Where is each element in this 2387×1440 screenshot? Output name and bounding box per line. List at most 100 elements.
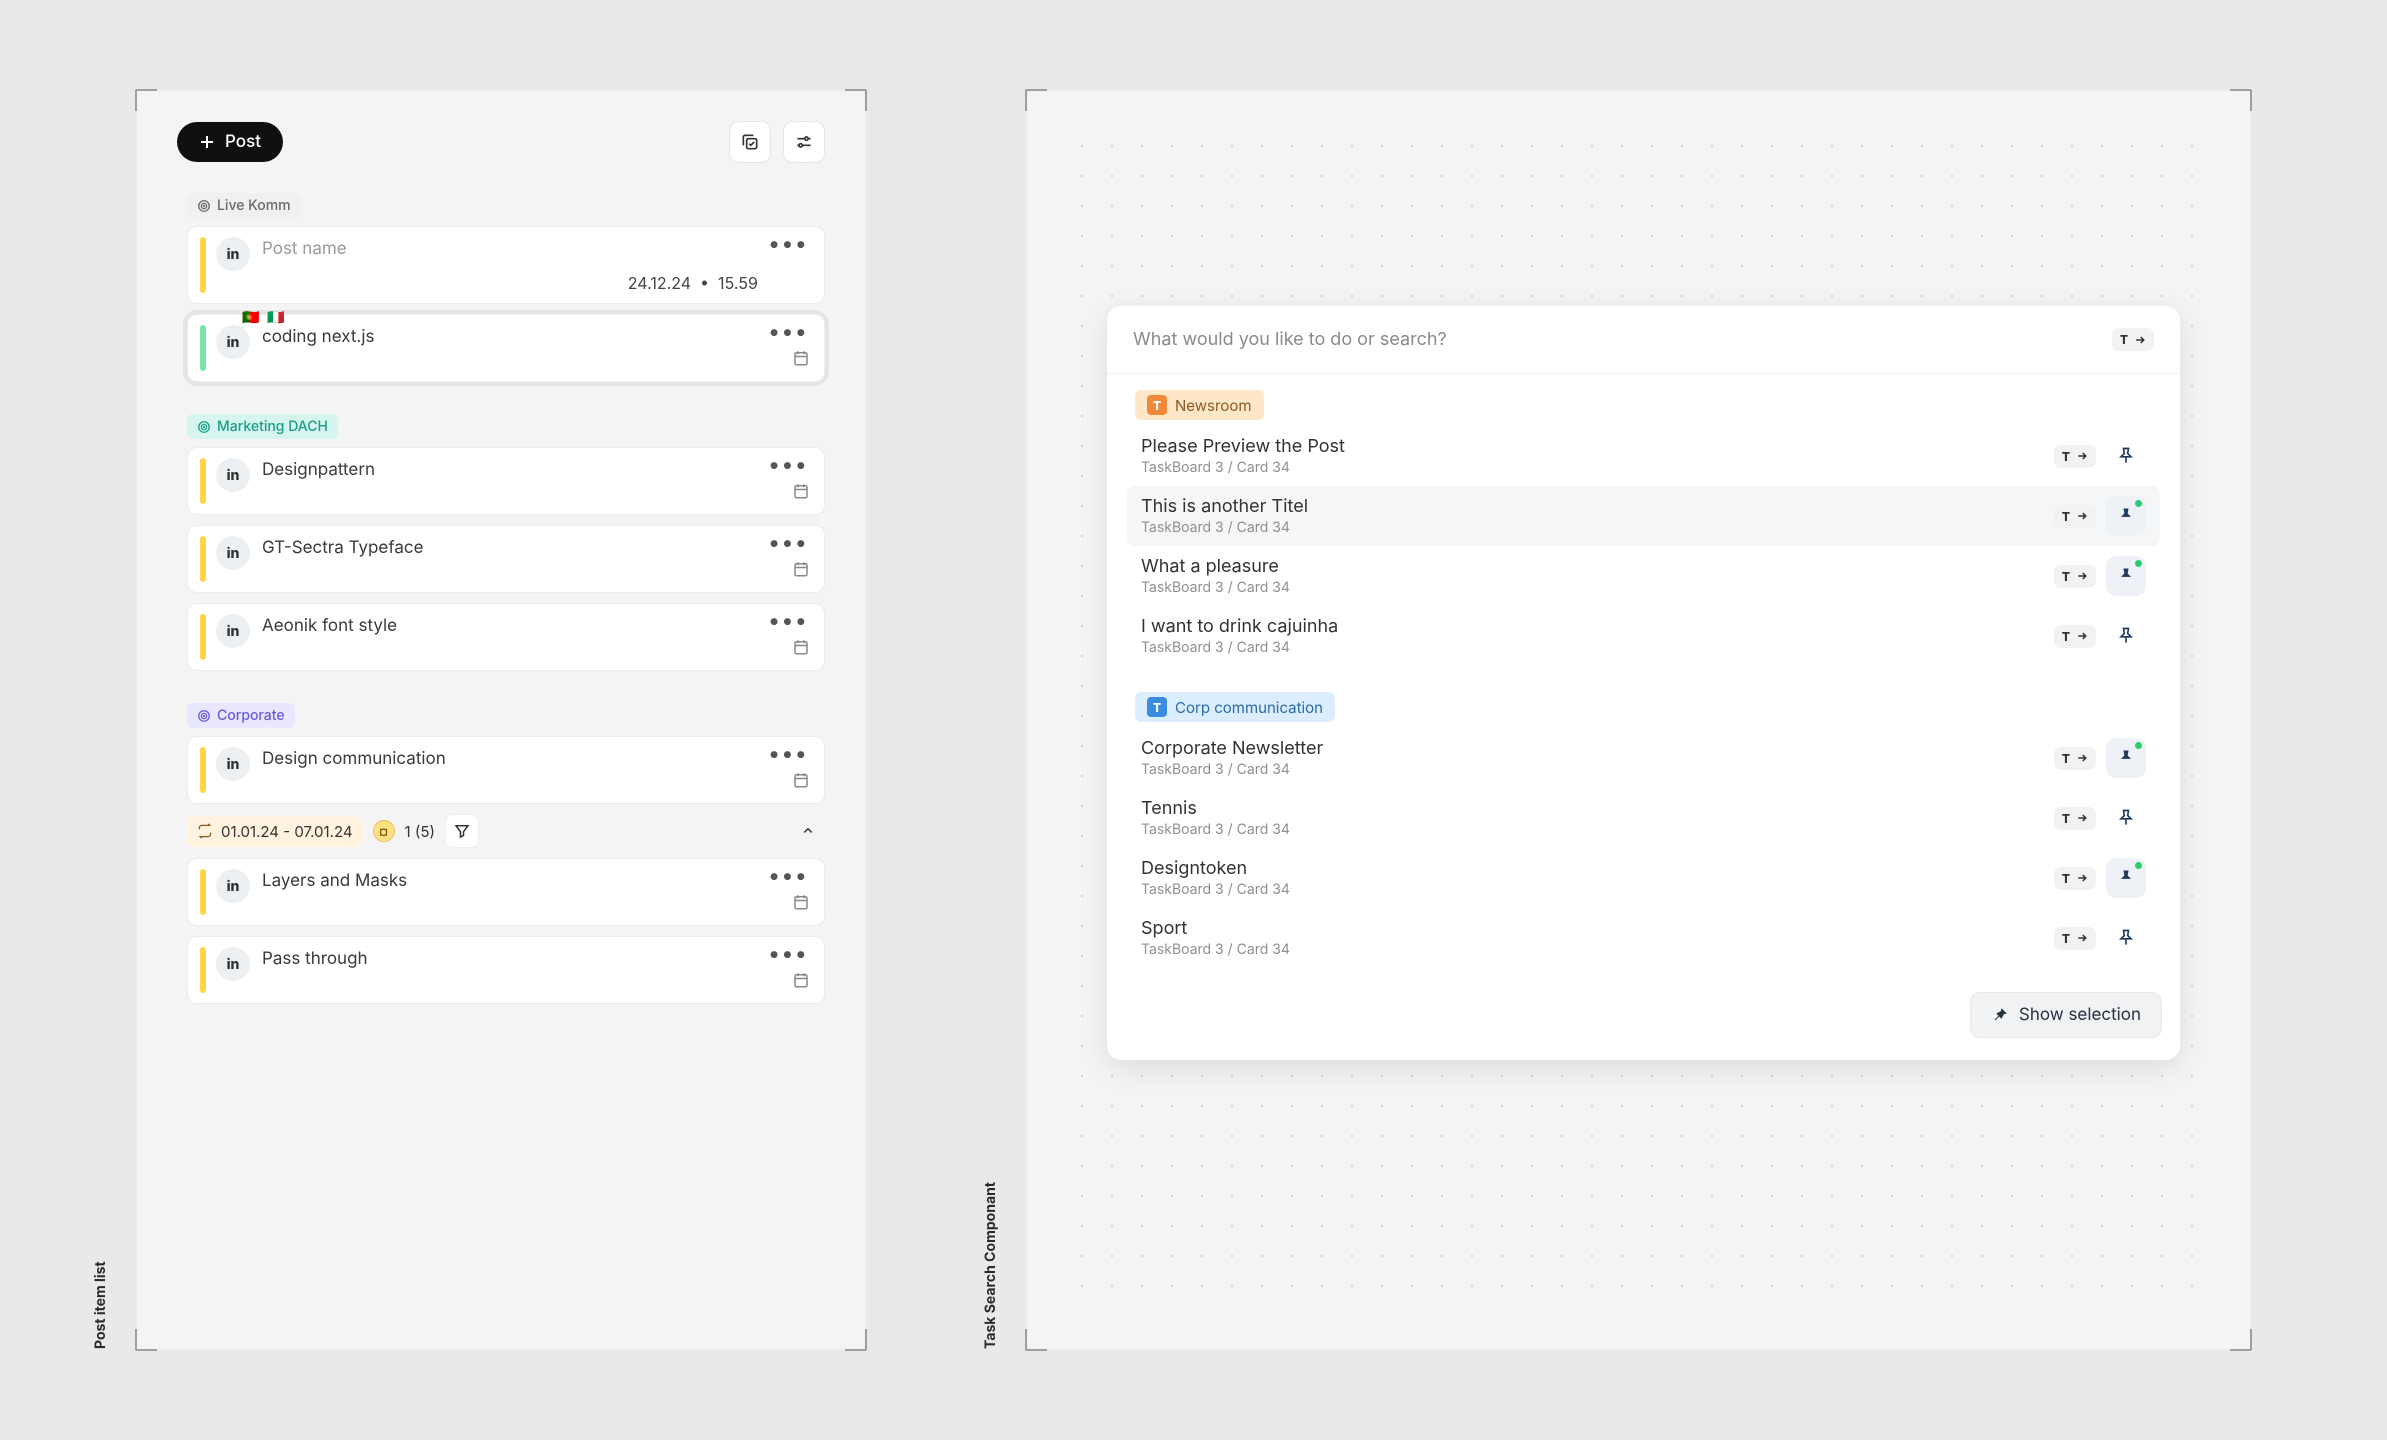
date-range-label: 01.01.24 - 07.01.24 xyxy=(221,822,353,841)
group-tag[interactable]: Corporate xyxy=(187,703,295,728)
calendar-icon[interactable] xyxy=(792,349,810,371)
search-result-row[interactable]: This is another TitelTaskBoard 3 / Card … xyxy=(1127,486,2160,546)
more-icon[interactable]: ••• xyxy=(766,869,810,883)
shortcut-badge[interactable]: T xyxy=(2054,867,2096,890)
pin-button[interactable] xyxy=(2106,436,2146,476)
linkedin-icon: in xyxy=(216,947,250,981)
pin-button[interactable] xyxy=(2106,738,2146,778)
post-title: coding next.js xyxy=(262,327,758,347)
more-icon[interactable]: ••• xyxy=(766,747,810,761)
group-label: Marketing DACH xyxy=(217,418,328,435)
result-title: This is another Titel xyxy=(1141,496,2054,517)
status-dot xyxy=(2135,862,2142,869)
pin-button[interactable] xyxy=(2106,798,2146,838)
crop-mark xyxy=(2230,89,2252,111)
show-selection-button[interactable]: Show selection xyxy=(1970,992,2162,1038)
settings-button[interactable] xyxy=(783,121,825,163)
crop-mark xyxy=(135,1329,157,1351)
shortcut-badge[interactable]: T xyxy=(2054,565,2096,588)
calendar-icon[interactable] xyxy=(792,638,810,660)
shortcut-badge[interactable]: T xyxy=(2054,445,2096,468)
search-result-row[interactable]: Please Preview the PostTaskBoard 3 / Car… xyxy=(1127,426,2160,486)
calendar-icon[interactable] xyxy=(792,771,810,793)
group-tag[interactable]: Marketing DACH xyxy=(187,414,338,439)
filter-button[interactable] xyxy=(445,814,479,848)
collapse-button[interactable] xyxy=(791,814,825,848)
post-card[interactable]: in Pass through ••• xyxy=(187,936,825,1004)
search-input[interactable]: What would you like to do or search? xyxy=(1133,329,1447,350)
calendar-icon[interactable] xyxy=(792,971,810,993)
result-subtitle: TaskBoard 3 / Card 34 xyxy=(1141,821,2054,838)
more-icon[interactable]: ••• xyxy=(766,614,810,628)
crop-mark xyxy=(2230,1329,2252,1351)
shortcut-badge[interactable]: T xyxy=(2054,747,2096,770)
post-card[interactable]: in🇵🇹 🇮🇹coding next.js••• xyxy=(187,314,825,382)
section-tag[interactable]: TNewsroom xyxy=(1135,390,1264,420)
post-title: Post name xyxy=(262,239,758,259)
linkedin-icon: in xyxy=(216,458,250,492)
copy-check-icon xyxy=(740,132,760,152)
pin-button[interactable] xyxy=(2106,918,2146,958)
result-title: Tennis xyxy=(1141,798,2054,819)
pin-button[interactable] xyxy=(2106,858,2146,898)
status-dot xyxy=(2135,500,2142,507)
shortcut-badge[interactable]: T xyxy=(2054,625,2096,648)
add-post-label: Post xyxy=(225,132,261,152)
more-icon[interactable]: ••• xyxy=(766,947,810,961)
add-post-button[interactable]: Post xyxy=(177,122,283,162)
search-result-row[interactable]: Corporate NewsletterTaskBoard 3 / Card 3… xyxy=(1127,728,2160,788)
pin-button[interactable] xyxy=(2106,496,2146,536)
more-icon[interactable]: ••• xyxy=(766,458,810,472)
sliders-icon xyxy=(794,132,814,152)
search-result-row[interactable]: Designtoken TaskBoard 3 / Card 34T xyxy=(1127,848,2160,908)
group-live_komm: Live KomminPost name24.12.24 • 15.59•••i… xyxy=(177,193,825,382)
post-card[interactable]: inPost name24.12.24 • 15.59••• xyxy=(187,226,825,304)
status-stripe xyxy=(200,458,206,504)
status-stripe xyxy=(200,325,206,371)
post-title: Design communication xyxy=(262,749,758,769)
result-subtitle: TaskBoard 3 / Card 34 xyxy=(1141,639,2054,656)
pin-button[interactable] xyxy=(2106,616,2146,656)
post-title: Designpattern xyxy=(262,460,758,480)
date-range-chip[interactable]: 01.01.24 - 07.01.24 xyxy=(187,816,363,847)
post-card[interactable]: inAeonik font style••• xyxy=(187,603,825,671)
frame-label-left: Post item list xyxy=(92,1261,109,1349)
calendar-icon[interactable] xyxy=(792,482,810,504)
post-title: Pass through xyxy=(262,949,758,969)
section-label: Newsroom xyxy=(1175,396,1252,415)
result-title: Designtoken xyxy=(1141,858,2054,879)
toolbar: Post xyxy=(177,121,825,163)
post-card[interactable]: inGT-Sectra Typeface••• xyxy=(187,525,825,593)
post-title: GT-Sectra Typeface xyxy=(262,538,758,558)
linkedin-icon: in xyxy=(216,747,250,781)
pin-button[interactable] xyxy=(2106,556,2146,596)
section-tag[interactable]: TCorp communication xyxy=(1135,692,1335,722)
group-tag[interactable]: Live Komm xyxy=(187,193,301,218)
result-subtitle: TaskBoard 3 / Card 34 xyxy=(1141,881,2054,898)
search-result-row[interactable]: I want to drink cajuinhaTaskBoard 3 / Ca… xyxy=(1127,606,2160,666)
shortcut-badge[interactable]: T xyxy=(2054,807,2096,830)
search-result-row[interactable]: What a pleasureTaskBoard 3 / Card 34T xyxy=(1127,546,2160,606)
more-icon[interactable]: ••• xyxy=(766,237,810,251)
pin-icon xyxy=(1991,1006,2009,1024)
section-badge-icon: T xyxy=(1147,697,1167,717)
calendar-icon[interactable] xyxy=(792,893,810,915)
shortcut-badge[interactable]: T xyxy=(2054,505,2096,528)
more-icon[interactable]: ••• xyxy=(766,325,810,339)
show-selection-label: Show selection xyxy=(2019,1005,2141,1025)
result-title: Please Preview the Post xyxy=(1141,436,2054,457)
crop-mark xyxy=(845,89,867,111)
status-dot xyxy=(2135,560,2142,567)
result-title: Corporate Newsletter xyxy=(1141,738,2054,759)
copy-check-button[interactable] xyxy=(729,121,771,163)
post-card[interactable]: in Designpattern ••• xyxy=(187,447,825,515)
search-result-row[interactable]: Tennis TaskBoard 3 / Card 34T xyxy=(1127,788,2160,848)
post-card[interactable]: inLayers and Masks••• xyxy=(187,858,825,926)
calendar-icon[interactable] xyxy=(792,560,810,582)
more-icon[interactable]: ••• xyxy=(766,536,810,550)
post-card[interactable]: in Design communication ••• xyxy=(187,736,825,804)
frame-label-right: Task Search Componant xyxy=(982,1182,999,1349)
search-result-row[interactable]: SportTaskBoard 3 / Card 34T xyxy=(1127,908,2160,968)
shortcut-badge[interactable]: T xyxy=(2054,927,2096,950)
linkedin-icon: in xyxy=(216,614,250,648)
